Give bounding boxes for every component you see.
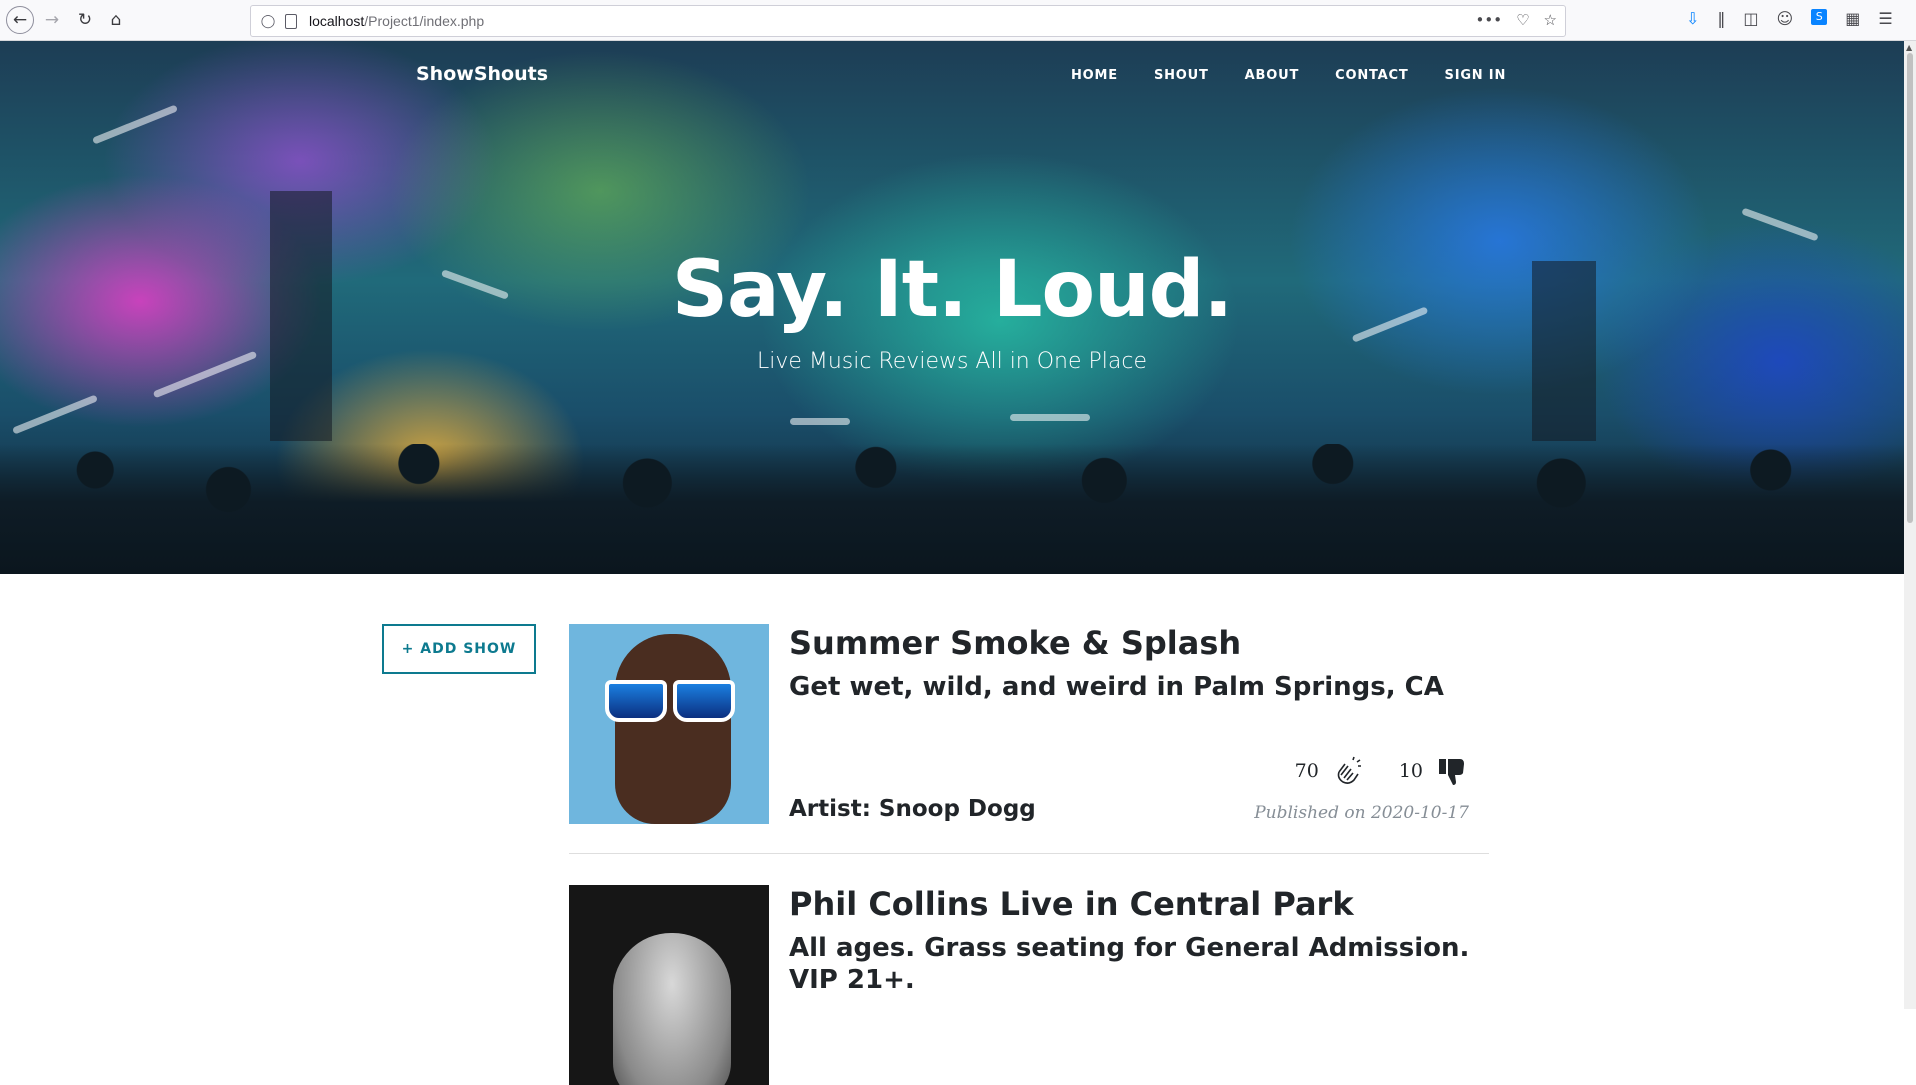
artist-photo[interactable] bbox=[569, 624, 769, 824]
artist-face bbox=[613, 933, 731, 1085]
dislike-count: 10 bbox=[1398, 760, 1423, 782]
home-icon[interactable]: ⌂ bbox=[103, 7, 129, 33]
site-brand[interactable]: ShowShouts bbox=[416, 63, 548, 85]
hero-title: Say. It. Loud. bbox=[671, 245, 1233, 335]
shield-icon[interactable]: ◯ bbox=[259, 12, 277, 30]
vote-bar: 70 10 bbox=[1295, 754, 1469, 788]
post-subtitle: All ages. Grass seating for General Admi… bbox=[789, 933, 1470, 995]
more-icon[interactable]: ••• bbox=[1476, 11, 1503, 29]
page-icon bbox=[285, 14, 297, 29]
light-beam bbox=[1010, 414, 1090, 421]
show-post: Summer Smoke & Splash Get wet, wild, and… bbox=[569, 624, 1489, 854]
nav-home[interactable]: HOME bbox=[1071, 68, 1118, 83]
scroll-up-icon[interactable]: ▲ bbox=[1906, 43, 1912, 52]
clap-count: 70 bbox=[1294, 760, 1319, 782]
thumbs-down-icon[interactable] bbox=[1435, 754, 1469, 788]
browser-toolbar: ← → ↻ ⌂ ◯ localhost/Project1/index.php •… bbox=[0, 0, 1916, 41]
url-path: /Project1/index.php bbox=[364, 13, 485, 29]
post-title[interactable]: Phil Collins Live in Central Park bbox=[789, 885, 1354, 923]
nav-shout[interactable]: SHOUT bbox=[1154, 68, 1209, 83]
menu-icon[interactable]: ☰ bbox=[1878, 9, 1892, 28]
sidebar-icon[interactable]: ◫ bbox=[1743, 9, 1758, 28]
url-text[interactable]: localhost/Project1/index.php bbox=[309, 13, 484, 29]
hero-banner: ShowShouts HOME SHOUT ABOUT CONTACT SIGN… bbox=[0, 41, 1904, 574]
light-beam bbox=[1741, 207, 1819, 242]
nav-about[interactable]: ABOUT bbox=[1245, 68, 1299, 83]
add-show-button[interactable]: + ADD SHOW bbox=[382, 624, 536, 674]
light-beam bbox=[790, 418, 850, 425]
forward-icon[interactable]: → bbox=[39, 7, 65, 33]
library-icon[interactable]: ‖ bbox=[1717, 9, 1725, 28]
url-host: localhost bbox=[309, 13, 365, 29]
hero-subtitle: Live Music Reviews All in One Place bbox=[756, 349, 1148, 374]
post-subtitle: Get wet, wild, and weird in Palm Springs… bbox=[789, 672, 1444, 702]
post-title[interactable]: Summer Smoke & Splash bbox=[789, 624, 1241, 662]
published-date: Published on 2020-10-17 bbox=[1254, 803, 1469, 823]
sunglasses bbox=[605, 680, 735, 722]
post-artist: Artist: Snoop Dogg bbox=[789, 796, 1036, 822]
page-scrollbar[interactable]: ▲ bbox=[1904, 41, 1916, 1009]
main-nav: HOME SHOUT ABOUT CONTACT SIGN IN bbox=[1071, 68, 1542, 83]
artist-photo[interactable] bbox=[569, 885, 769, 1085]
light-beam bbox=[11, 394, 99, 435]
scrollbar-thumb[interactable] bbox=[1907, 53, 1913, 523]
account-icon[interactable]: ☺ bbox=[1777, 9, 1794, 28]
address-bar[interactable]: ◯ localhost/Project1/index.php ••• ♡ ☆ bbox=[250, 5, 1566, 37]
nav-sign-in[interactable]: SIGN IN bbox=[1445, 68, 1507, 83]
download-icon[interactable]: ⇩ bbox=[1686, 9, 1699, 28]
extension-s-icon[interactable]: S bbox=[1811, 9, 1828, 25]
bookmark-star-icon[interactable]: ☆ bbox=[1544, 11, 1557, 29]
nav-contact[interactable]: CONTACT bbox=[1335, 68, 1408, 83]
reload-icon[interactable]: ↻ bbox=[72, 7, 98, 33]
artist-face bbox=[615, 634, 731, 824]
pocket-icon[interactable]: ♡ bbox=[1516, 11, 1529, 29]
clap-icon[interactable] bbox=[1331, 754, 1365, 788]
show-post: Phil Collins Live in Central Park All ag… bbox=[569, 885, 1489, 1085]
back-icon[interactable]: ← bbox=[6, 6, 34, 34]
extensions-icon[interactable]: ▦ bbox=[1845, 9, 1860, 28]
crowd-silhouette bbox=[0, 444, 1904, 574]
light-beam bbox=[91, 104, 179, 145]
